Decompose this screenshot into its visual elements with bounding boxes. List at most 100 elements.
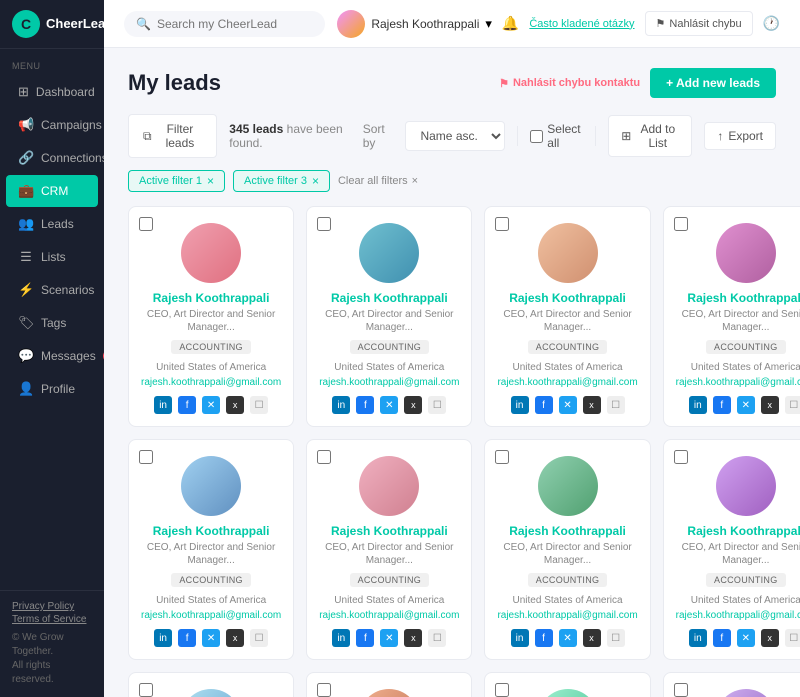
sidebar-item-scenarios[interactable]: ⚡Scenarios	[6, 274, 98, 306]
search-input[interactable]	[157, 17, 313, 31]
linkedin-icon[interactable]: in	[511, 396, 529, 414]
xing-icon[interactable]: x	[761, 629, 779, 647]
filter-leads-button[interactable]: ⧉ Filter leads	[128, 114, 217, 158]
linkedin-icon[interactable]: in	[332, 629, 350, 647]
twitter-icon[interactable]: ✕	[380, 396, 398, 414]
xing-icon[interactable]: x	[404, 396, 422, 414]
facebook-icon[interactable]: f	[535, 629, 553, 647]
twitter-icon[interactable]: ✕	[737, 629, 755, 647]
file-icon[interactable]: ☐	[785, 396, 800, 414]
twitter-icon[interactable]: ✕	[202, 396, 220, 414]
export-button[interactable]: ↑ Export	[704, 122, 776, 150]
report-error-button[interactable]: ⚑ Nahlásit chybu	[645, 11, 753, 36]
lead-name-2[interactable]: Rajesh Koothrappali	[509, 291, 626, 305]
sidebar-item-messages[interactable]: 💬Messages12	[6, 340, 98, 372]
twitter-icon[interactable]: ✕	[737, 396, 755, 414]
lead-checkbox-13[interactable]	[674, 683, 688, 697]
twitter-icon[interactable]: ✕	[202, 629, 220, 647]
lead-email-1[interactable]: rajesh.koothrappali@gmail.com	[319, 377, 459, 388]
remove-filter-1-icon[interactable]: ×	[207, 174, 214, 188]
lead-name-0[interactable]: Rajesh Koothrappali	[153, 291, 270, 305]
facebook-icon[interactable]: f	[713, 629, 731, 647]
xing-icon[interactable]: x	[583, 396, 601, 414]
sidebar-item-leads[interactable]: 👥Leads	[6, 208, 98, 240]
privacy-link[interactable]: Privacy Policy	[12, 601, 92, 612]
facebook-icon[interactable]: f	[535, 396, 553, 414]
lead-checkbox-6[interactable]	[317, 450, 331, 464]
twitter-icon[interactable]: ✕	[380, 629, 398, 647]
add-new-leads-button[interactable]: + Add new leads	[650, 68, 776, 98]
linkedin-icon[interactable]: in	[332, 396, 350, 414]
lead-checkbox-5[interactable]	[139, 450, 153, 464]
lead-name-6[interactable]: Rajesh Koothrappali	[331, 524, 448, 538]
file-icon[interactable]: ☐	[250, 396, 268, 414]
sort-select[interactable]: Name asc.	[405, 121, 505, 151]
file-icon[interactable]: ☐	[428, 396, 446, 414]
lead-name-7[interactable]: Rajesh Koothrappali	[509, 524, 626, 538]
lead-email-2[interactable]: rajesh.koothrappali@gmail.com	[497, 377, 637, 388]
lead-checkbox-2[interactable]	[495, 217, 509, 231]
lead-checkbox-7[interactable]	[495, 450, 509, 464]
xing-icon[interactable]: x	[404, 629, 422, 647]
lead-checkbox-3[interactable]	[674, 217, 688, 231]
sidebar-item-dashboard[interactable]: ⊞Dashboard	[6, 76, 98, 108]
file-icon[interactable]: ☐	[428, 629, 446, 647]
filter-tag-2[interactable]: Active filter 3 ×	[233, 170, 330, 192]
twitter-icon[interactable]: ✕	[559, 396, 577, 414]
linkedin-icon[interactable]: in	[154, 629, 172, 647]
file-icon[interactable]: ☐	[785, 629, 800, 647]
lead-checkbox-10[interactable]	[139, 683, 153, 697]
xing-icon[interactable]: x	[226, 629, 244, 647]
select-all-input[interactable]	[530, 130, 543, 143]
add-to-list-button[interactable]: ⊞ Add to List	[608, 115, 692, 157]
select-all-checkbox[interactable]: Select all	[530, 122, 583, 150]
file-icon[interactable]: ☐	[250, 629, 268, 647]
lead-name-3[interactable]: Rajesh Koothrappali	[687, 291, 800, 305]
lead-checkbox-1[interactable]	[317, 217, 331, 231]
sidebar-item-tags[interactable]: 🏷Tags	[6, 307, 98, 339]
twitter-icon[interactable]: ✕	[559, 629, 577, 647]
facebook-icon[interactable]: f	[356, 396, 374, 414]
lead-checkbox-8[interactable]	[674, 450, 688, 464]
lead-email-5[interactable]: rajesh.koothrappali@gmail.com	[141, 610, 281, 621]
faq-link[interactable]: Často kladené otázky	[529, 18, 634, 30]
sidebar-item-profile[interactable]: 👤Profile	[6, 373, 98, 405]
file-icon[interactable]: ☐	[607, 629, 625, 647]
lead-email-7[interactable]: rajesh.koothrappali@gmail.com	[497, 610, 637, 621]
lead-name-5[interactable]: Rajesh Koothrappali	[153, 524, 270, 538]
sidebar-item-lists[interactable]: ☰Lists	[6, 241, 98, 273]
facebook-icon[interactable]: f	[713, 396, 731, 414]
linkedin-icon[interactable]: in	[511, 629, 529, 647]
lead-checkbox-11[interactable]	[317, 683, 331, 697]
clear-all-filters-button[interactable]: Clear all filters ×	[338, 175, 418, 187]
linkedin-icon[interactable]: in	[689, 629, 707, 647]
lead-checkbox-0[interactable]	[139, 217, 153, 231]
xing-icon[interactable]: x	[226, 396, 244, 414]
facebook-icon[interactable]: f	[178, 629, 196, 647]
filter-tag-1[interactable]: Active filter 1 ×	[128, 170, 225, 192]
lead-email-8[interactable]: rajesh.koothrappali@gmail.com	[676, 610, 800, 621]
lead-avatar-12	[538, 689, 598, 697]
lead-email-0[interactable]: rajesh.koothrappali@gmail.com	[141, 377, 281, 388]
terms-link[interactable]: Terms of Service	[12, 614, 92, 625]
xing-icon[interactable]: x	[761, 396, 779, 414]
remove-filter-2-icon[interactable]: ×	[312, 174, 319, 188]
sidebar-item-campaigns[interactable]: 📢Campaigns	[6, 109, 98, 141]
lead-name-8[interactable]: Rajesh Koothrappali	[687, 524, 800, 538]
lead-name-1[interactable]: Rajesh Koothrappali	[331, 291, 448, 305]
facebook-icon[interactable]: f	[178, 396, 196, 414]
clock-icon[interactable]: 🕐	[763, 15, 780, 32]
sidebar-item-connections[interactable]: 🔗Connections	[6, 142, 98, 174]
xing-icon[interactable]: x	[583, 629, 601, 647]
linkedin-icon[interactable]: in	[689, 396, 707, 414]
file-icon[interactable]: ☐	[607, 396, 625, 414]
lead-email-3[interactable]: rajesh.koothrappali@gmail.com	[676, 377, 800, 388]
lead-checkbox-12[interactable]	[495, 683, 509, 697]
lead-email-6[interactable]: rajesh.koothrappali@gmail.com	[319, 610, 459, 621]
bell-icon[interactable]: 🔔	[502, 15, 519, 32]
linkedin-icon[interactable]: in	[154, 396, 172, 414]
facebook-icon[interactable]: f	[356, 629, 374, 647]
sidebar-item-crm[interactable]: 💼CRM	[6, 175, 98, 207]
user-info[interactable]: Rajesh Koothrappali ▾	[337, 10, 492, 38]
report-contact-link[interactable]: ⚑ Nahlásit chybu kontaktu	[499, 77, 640, 90]
